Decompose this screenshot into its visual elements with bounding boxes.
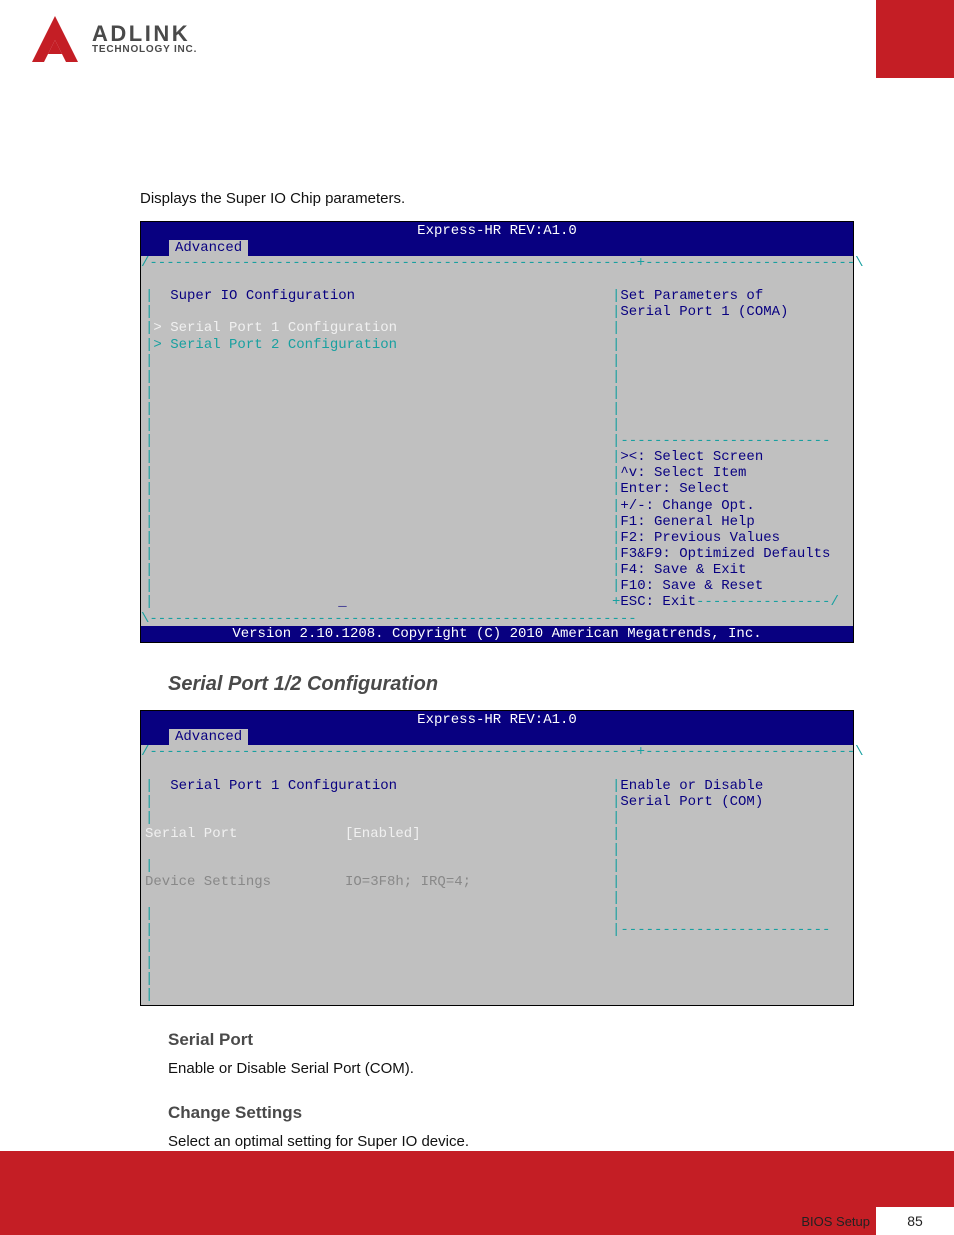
bios2-serial-port-label[interactable]: Serial Port (145, 826, 345, 842)
bios1-nav-3: +/-: Change Opt. (620, 498, 754, 514)
bios1-nav-6: F3&F9: Optimized Defaults (620, 546, 830, 562)
bios2-serial-port-value[interactable]: [Enabled] (345, 826, 421, 842)
bios1-nav-1: ^v: Select Item (620, 465, 746, 481)
logo-icon (28, 12, 82, 66)
intro-text: Displays the Super IO Chip parameters. (140, 188, 854, 209)
bios1-nav-9: ESC: Exit (620, 594, 696, 610)
bios1-nav-5: F2: Previous Values (620, 530, 780, 546)
heading-serial-port: Serial Port (168, 1030, 854, 1050)
logo-name: ADLINK (92, 23, 197, 45)
bios2-tab-advanced[interactable]: Advanced (169, 729, 248, 745)
logo-subtitle: TECHNOLOGY INC. (92, 45, 197, 55)
bios1-nav-0: ><: Select Screen (620, 449, 763, 465)
page-header: ADLINK TECHNOLOGY INC. (0, 0, 954, 78)
bios2-top-border: /---------------------------------------… (141, 745, 853, 759)
heading-change-settings: Change Settings (168, 1103, 854, 1123)
bios1-footer: Version 2.10.1208. Copyright (C) 2010 Am… (141, 626, 853, 642)
bios1-nav-8: F10: Save & Reset (620, 578, 763, 594)
bios2-help2: Serial Port (COM) (620, 794, 763, 810)
bios1-bottom-border: \---------------------------------------… (141, 612, 853, 626)
subheading-serial-port-config: Serial Port 1/2 Configuration (168, 673, 854, 696)
bios1-nav-2: Enter: Select (620, 481, 729, 497)
text-serial-port: Enable or Disable Serial Port (COM). (168, 1058, 854, 1079)
bios1-item-sp2[interactable]: > Serial Port 2 Configuration (153, 337, 397, 353)
bios2-help1: Enable or Disable (620, 778, 763, 794)
bios1-heading: Super IO Configuration (170, 288, 355, 304)
page-footer: BIOS Setup 85 (0, 1151, 954, 1235)
bios2-device-settings-value: IO=3F8h; IRQ=4; (345, 874, 471, 890)
bios1-nav-7: F4: Save & Exit (620, 562, 746, 578)
footer-label: BIOS Setup (801, 1214, 870, 1229)
bios1-help1: Set Parameters of (620, 288, 763, 304)
logo: ADLINK TECHNOLOGY INC. (0, 0, 197, 78)
bios-screenshot-2: Express-HR REV:A1.0 Advanced /----------… (140, 710, 854, 1006)
bios1-help2: Serial Port 1 (COMA) (620, 304, 788, 320)
bios2-heading: Serial Port 1 Configuration (170, 778, 397, 794)
header-accent (876, 0, 954, 78)
bios2-title: Express-HR REV:A1.0 (141, 711, 853, 729)
bios1-item-sp1[interactable]: > Serial Port 1 Configuration (153, 320, 397, 336)
bios2-tabs: Advanced (141, 729, 853, 745)
bios1-tab-advanced[interactable]: Advanced (169, 240, 248, 256)
bios1-tabs: Advanced (141, 240, 853, 256)
page-number: 85 (876, 1207, 954, 1235)
bios1-top-border: /---------------------------------------… (141, 256, 853, 270)
bios-screenshot-1: Express-HR REV:A1.0 Advanced /----------… (140, 221, 854, 643)
bios1-nav-4: F1: General Help (620, 514, 754, 530)
text-change-settings: Select an optimal setting for Super IO d… (168, 1131, 854, 1152)
bios1-title: Express-HR REV:A1.0 (141, 222, 853, 240)
bios2-device-settings-label: Device Settings (145, 874, 345, 890)
